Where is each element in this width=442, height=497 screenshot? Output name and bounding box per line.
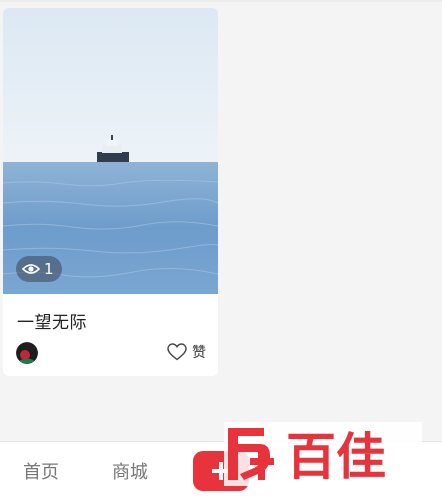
- like-button[interactable]: 赞: [167, 342, 206, 362]
- view-count: 1: [44, 260, 54, 278]
- post-image[interactable]: 1: [3, 8, 218, 294]
- tab-home[interactable]: 首页: [23, 458, 59, 484]
- post-card[interactable]: 1 一望无际 赞: [3, 8, 218, 376]
- post-title[interactable]: 一望无际: [17, 308, 87, 333]
- top-divider: [0, 0, 442, 2]
- avatar[interactable]: [16, 342, 38, 364]
- tab-mall[interactable]: 商城: [112, 458, 148, 484]
- eye-icon: [22, 264, 40, 274]
- like-label: 赞: [192, 345, 206, 361]
- svg-text:百佳: 百佳: [286, 428, 386, 486]
- heart-outline-icon: [167, 343, 187, 361]
- watermark-logo: 百佳: [224, 422, 422, 486]
- view-count-badge: 1: [16, 256, 62, 282]
